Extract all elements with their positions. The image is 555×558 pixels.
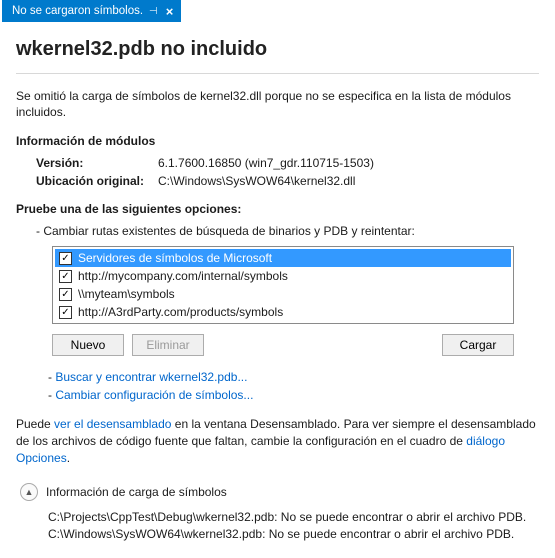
symbol-settings-link[interactable]: Cambiar configuración de símbolos... — [55, 388, 253, 402]
option-links: - Buscar y encontrar wkernel32.pdb... - … — [48, 370, 539, 402]
list-item[interactable]: ✓ http://A3rdParty.com/products/symbols — [55, 303, 511, 321]
checkbox-icon[interactable]: ✓ — [59, 270, 72, 283]
tab-bar: No se cargaron símbolos. ⊣ × — [0, 0, 555, 22]
view-disassembly-link[interactable]: ver el desensamblado — [54, 417, 171, 431]
list-item-label: http://mycompany.com/internal/symbols — [78, 269, 288, 283]
close-icon[interactable]: × — [164, 4, 176, 19]
list-item-label: Servidores de símbolos de Microsoft — [78, 251, 272, 265]
load-info-expander[interactable]: ▲ Información de carga de símbolos — [20, 483, 539, 501]
load-info-title: Información de carga de símbolos — [46, 485, 227, 499]
footer-text: Puede ver el desensamblado en la ventana… — [16, 416, 539, 466]
lead-text: Se omitió la carga de símbolos de kernel… — [16, 88, 539, 120]
find-pdb-link[interactable]: Buscar y encontrar wkernel32.pdb... — [55, 370, 247, 384]
list-item[interactable]: ✓ http://mycompany.com/internal/symbols — [55, 267, 511, 285]
options-title: Pruebe una de las siguientes opciones: — [16, 202, 539, 216]
footer-part: Puede — [16, 417, 54, 431]
checkbox-icon[interactable]: ✓ — [59, 288, 72, 301]
tab-symbols-not-loaded[interactable]: No se cargaron símbolos. ⊣ × — [2, 0, 181, 22]
load-button[interactable]: Cargar — [442, 334, 514, 356]
log-line: C:\Projects\CppTest\Debug\wkernel32.pdb:… — [48, 509, 539, 526]
divider — [16, 73, 539, 74]
page-content: wkernel32.pdb no incluido Se omitió la c… — [0, 22, 555, 558]
button-row: Nuevo Eliminar Cargar — [52, 334, 514, 356]
list-item[interactable]: ✓ \\myteam\symbols — [55, 285, 511, 303]
spacer — [212, 334, 434, 356]
chevron-up-icon: ▲ — [20, 483, 38, 501]
version-label: Versión: — [36, 156, 158, 170]
list-item[interactable]: ✓ Servidores de símbolos de Microsoft — [55, 249, 511, 267]
tab-title: No se cargaron símbolos. — [12, 5, 143, 17]
load-info-log: C:\Projects\CppTest\Debug\wkernel32.pdb:… — [48, 509, 539, 543]
version-value: 6.1.7600.16850 (win7_gdr.110715-1503) — [158, 156, 539, 170]
location-value: C:\Windows\SysWOW64\kernel32.dll — [158, 174, 539, 188]
module-info: Versión: 6.1.7600.16850 (win7_gdr.110715… — [36, 156, 539, 188]
checkbox-icon[interactable]: ✓ — [59, 306, 72, 319]
list-item-label: \\myteam\symbols — [78, 287, 175, 301]
checkbox-icon[interactable]: ✓ — [59, 252, 72, 265]
symbol-paths-listbox[interactable]: ✓ Servidores de símbolos de Microsoft ✓ … — [52, 246, 514, 324]
search-paths-lead: - Cambiar rutas existentes de búsqueda d… — [36, 224, 539, 238]
pin-icon[interactable]: ⊣ — [149, 6, 158, 17]
new-button[interactable]: Nuevo — [52, 334, 124, 356]
footer-part: . — [67, 451, 70, 465]
module-info-title: Información de módulos — [16, 134, 539, 148]
delete-button: Eliminar — [132, 334, 204, 356]
page-title: wkernel32.pdb no incluido — [16, 32, 539, 73]
location-label: Ubicación original: — [36, 174, 158, 188]
list-item-label: http://A3rdParty.com/products/symbols — [78, 305, 283, 319]
log-line: C:\Windows\SysWOW64\wkernel32.pdb: No se… — [48, 526, 539, 543]
